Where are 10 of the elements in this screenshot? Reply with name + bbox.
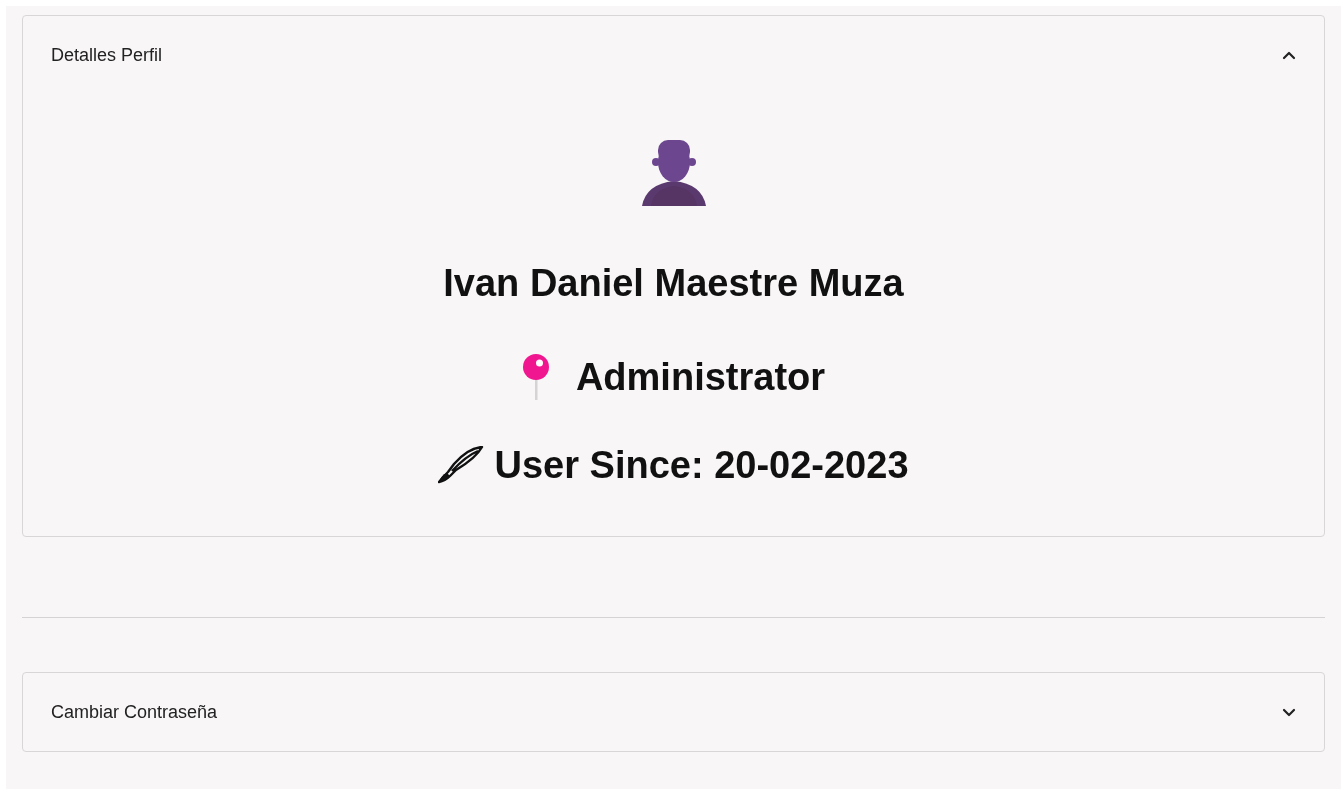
user-name: Ivan Daniel Maestre Muza <box>443 264 904 302</box>
user-since: User Since: 20-02-2023 <box>494 446 909 484</box>
user-role: Administrator <box>575 358 826 396</box>
accordion-header[interactable]: Cambiar Contraseña <box>23 673 1324 751</box>
chevron-up-icon <box>1282 50 1296 60</box>
accordion-header[interactable]: Detalles Perfil <box>23 16 1324 94</box>
quill-icon <box>438 446 485 484</box>
pushpin-icon <box>521 354 550 400</box>
user-icon <box>641 140 706 206</box>
chevron-down-icon <box>1282 707 1296 717</box>
